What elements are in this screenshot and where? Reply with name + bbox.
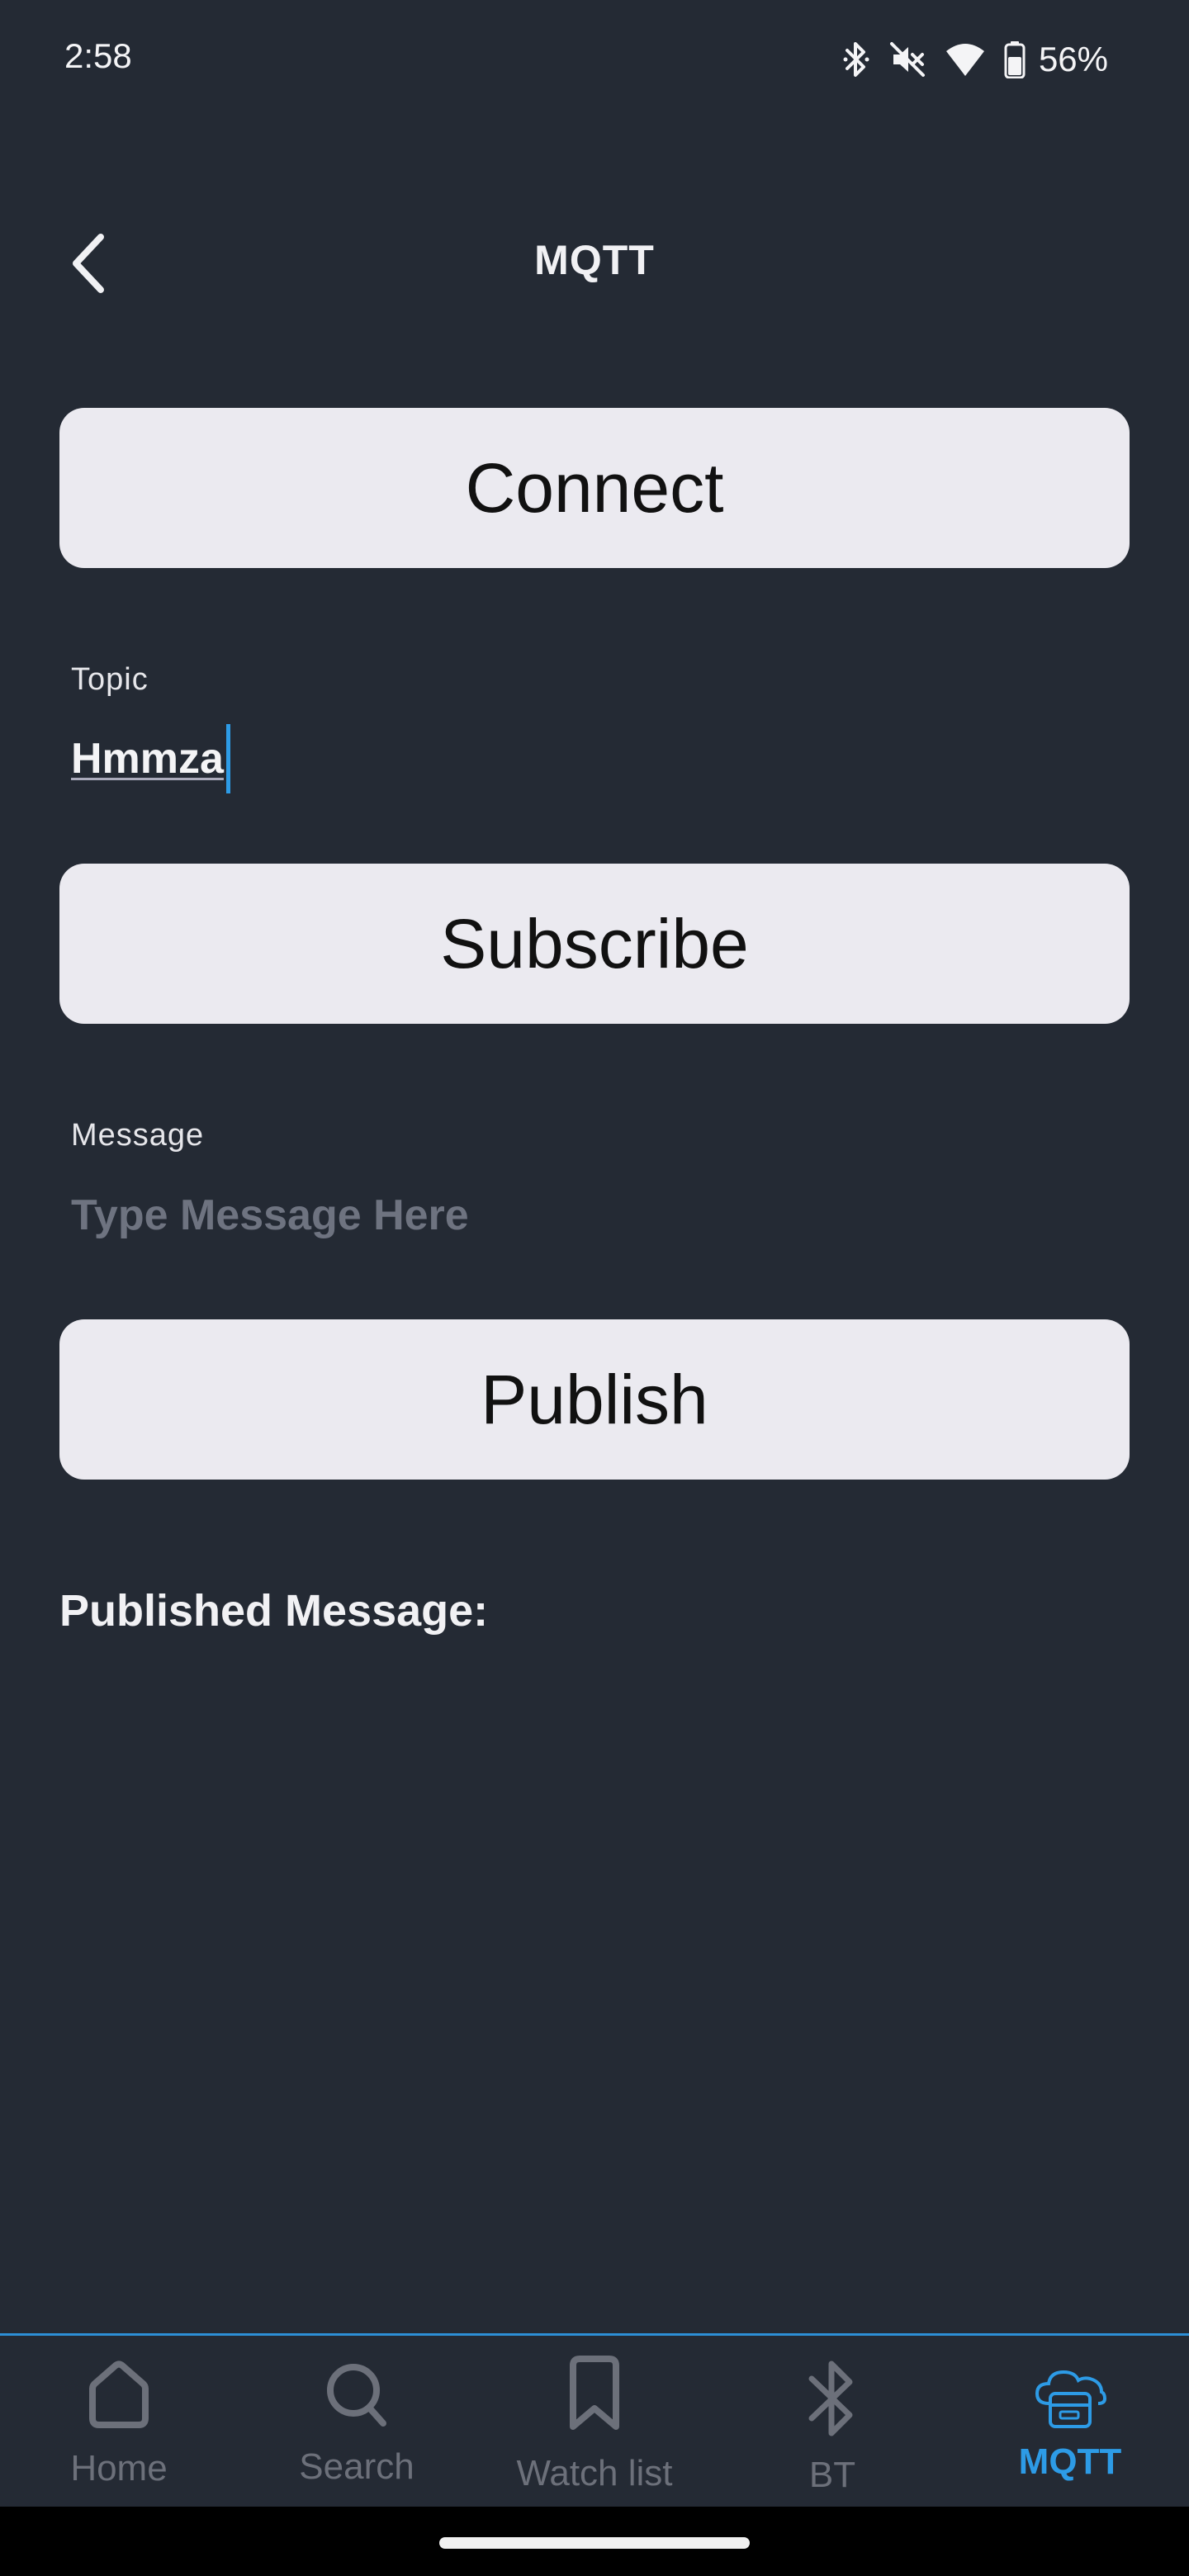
status-time: 2:58 — [64, 36, 132, 75]
topic-input-value: Hmmza — [71, 735, 224, 783]
text-caret — [225, 724, 230, 793]
nav-label-home: Home — [70, 2448, 168, 2488]
nav-item-search[interactable]: Search — [238, 2336, 476, 2509]
status-icons: 56% — [842, 36, 1108, 83]
bluetooth-icon — [713, 2356, 951, 2441]
nav-item-home[interactable]: Home — [0, 2336, 238, 2509]
wifi-icon — [945, 41, 986, 78]
status-bar: 2:58 56% — [0, 0, 1189, 119]
subscribe-button[interactable]: Subscribe — [59, 864, 1130, 1024]
battery-icon — [1004, 40, 1026, 78]
bottom-navigation: Home Search Watch list BT MQTT — [0, 2333, 1189, 2507]
page-title: MQTT — [534, 237, 655, 283]
nav-label-watch-list: Watch list — [516, 2453, 673, 2493]
bookmark-icon — [476, 2354, 713, 2433]
nav-label-bt: BT — [808, 2455, 856, 2495]
nav-label-search: Search — [299, 2446, 414, 2487]
mqtt-screen: 2:58 56% MQTT Connect Topic Hmmza Subscr… — [0, 0, 1189, 2576]
cloud-server-icon — [951, 2367, 1189, 2433]
app-header: MQTT — [0, 206, 1189, 322]
message-label: Message — [71, 1118, 205, 1153]
bluetooth-icon — [842, 40, 870, 78]
home-icon — [0, 2357, 238, 2430]
search-icon — [238, 2357, 476, 2430]
nav-item-mqtt[interactable]: MQTT — [951, 2336, 1189, 2509]
topic-label: Topic — [71, 662, 149, 697]
gesture-handle[interactable] — [439, 2537, 750, 2549]
battery-percentage: 56% — [1038, 40, 1108, 78]
mute-icon — [888, 40, 926, 78]
connect-button[interactable]: Connect — [59, 408, 1130, 568]
nav-item-watch-list[interactable]: Watch list — [476, 2336, 713, 2509]
system-gesture-bar — [0, 2507, 1189, 2576]
published-message-label: Published Message: — [59, 1586, 489, 1636]
message-input[interactable]: Type Message Here — [71, 1191, 1062, 1240]
topic-input[interactable]: Hmmza — [71, 724, 230, 793]
nav-item-bt[interactable]: BT — [713, 2336, 951, 2509]
publish-button[interactable]: Publish — [59, 1319, 1130, 1480]
nav-label-mqtt: MQTT — [1018, 2441, 1122, 2482]
